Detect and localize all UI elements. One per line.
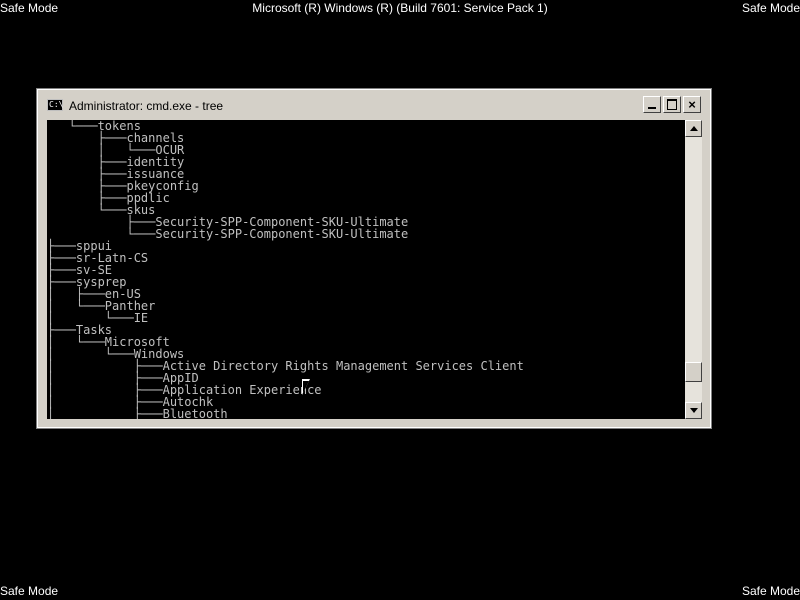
scroll-up-button[interactable]	[685, 120, 702, 137]
close-icon: ×	[688, 97, 696, 112]
safe-mode-label-bottom-right: Safe Mode	[741, 584, 800, 598]
safe-mode-label-top-right: Safe Mode	[741, 1, 800, 15]
down-arrow-icon	[690, 408, 698, 413]
close-button[interactable]: ×	[683, 96, 701, 113]
cmd-window[interactable]: C:\ Administrator: cmd.exe - tree × └───…	[36, 88, 712, 429]
vertical-scrollbar[interactable]	[685, 120, 702, 419]
windows-build-label: Microsoft (R) Windows (R) (Build 7601: S…	[252, 1, 548, 15]
scroll-thumb[interactable]	[685, 362, 702, 383]
scroll-down-button[interactable]	[685, 402, 702, 419]
console-output[interactable]: └───tokens ├───channels │ └───OCUR ├───i…	[47, 120, 685, 419]
cmd-icon[interactable]: C:\	[47, 99, 63, 111]
window-titlebar[interactable]: C:\ Administrator: cmd.exe - tree ×	[43, 95, 705, 117]
window-title: Administrator: cmd.exe - tree	[69, 99, 224, 113]
maximize-button[interactable]	[663, 96, 681, 113]
console-line: │ ├───Bluetooth	[47, 407, 228, 419]
up-arrow-icon	[690, 126, 698, 131]
minimize-icon	[644, 97, 660, 112]
minimize-button[interactable]	[643, 96, 661, 113]
safe-mode-label-bottom-left: Safe Mode	[0, 584, 59, 598]
maximize-icon	[664, 97, 680, 112]
